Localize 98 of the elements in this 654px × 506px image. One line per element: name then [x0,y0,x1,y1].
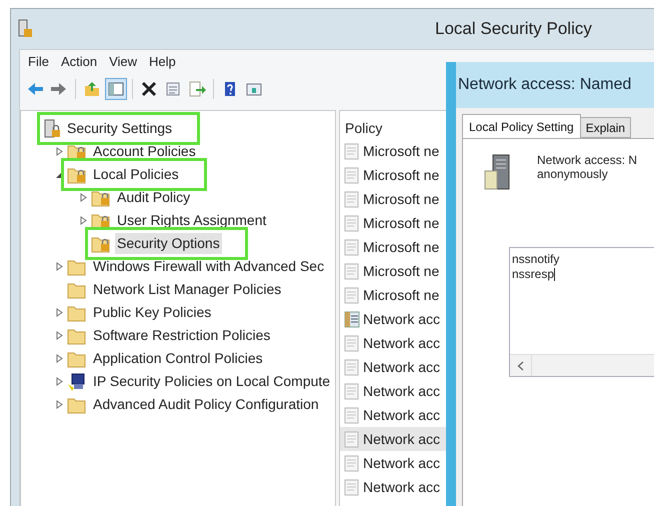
text-cursor [554,268,556,281]
column-header[interactable]: Policy [340,117,448,139]
dialog-title: Network access: Named [458,75,632,95]
expand-arrow-icon[interactable] [54,262,64,271]
menu-item[interactable]: Action [56,52,102,72]
policy-document-icon [344,262,360,280]
tree-item[interactable]: Network List Manager Policies [91,279,284,300]
policy-name: Microsoft ne [363,238,440,256]
policy-document-icon [344,382,360,400]
policy-row[interactable]: Network acc [340,451,448,475]
tree-item[interactable]: Local Policies [91,164,181,185]
tree-item[interactable]: Audit Policy [115,187,192,208]
policy-document-icon [344,142,360,160]
policy-name: Microsoft ne [363,142,440,160]
expand-arrow-icon[interactable] [54,308,64,317]
policy-document-icon [344,406,360,424]
tree-item[interactable]: Account Policies [91,141,198,162]
policy-row[interactable]: Microsoft ne [340,211,448,235]
policy-document-icon [344,214,360,232]
server-lock-icon [43,118,61,138]
tree-item[interactable]: Security Settings [65,118,174,139]
policy-name: Microsoft ne [363,166,440,184]
folder-lock-icon [91,212,111,230]
policy-name: Network acc [363,358,440,376]
policy-name: Network acc [363,478,440,496]
policy-document-icon [344,430,360,448]
policy-row[interactable]: Network acc [340,427,448,451]
policy-name: Network acc [363,430,440,448]
tree-item[interactable]: Windows Firewall with Advanced Sec [91,256,326,277]
policy-name: Microsoft ne [363,190,440,208]
menu-item[interactable]: View [105,52,142,72]
dialog-tab[interactable]: Explain [580,117,632,138]
expand-arrow-icon[interactable] [54,377,64,386]
computer-icon [67,372,87,392]
policy-name: Microsoft ne [363,286,440,304]
dialog-tab[interactable]: Local Policy Setting [462,114,581,138]
expand-arrow-icon[interactable] [78,193,88,202]
policy-row[interactable]: Network acc [340,379,448,403]
folder-lock-icon [91,234,111,252]
policy-row[interactable]: Microsoft ne [340,283,448,307]
policy-document-icon [344,286,360,304]
policy-name: Microsoft ne [363,262,440,280]
tree-item[interactable]: Application Control Policies [91,348,265,369]
policy-name: Network acc [363,310,440,328]
horizontal-scrollbar[interactable] [510,354,654,376]
folder-icon [67,304,87,322]
tree-item[interactable]: Software Restriction Policies [91,325,272,346]
setting-description: Network access: N [537,153,638,167]
policy-name: Microsoft ne [363,214,440,232]
policy-row[interactable]: Network acc [340,403,448,427]
policy-row[interactable]: Microsoft ne [340,235,448,259]
tree-item[interactable]: IP Security Policies on Local Compute [91,371,332,392]
folder-lock-icon [91,188,111,206]
folder-icon [67,280,87,298]
policy-row[interactable]: Microsoft ne [340,139,448,163]
value-text-area[interactable]: nssnotify nssresp [509,247,654,377]
policy-name: Network acc [363,334,440,352]
policy-list-icon [344,310,360,328]
tree-item[interactable]: Public Key Policies [91,302,214,323]
policy-row[interactable]: Network acc [340,475,448,499]
policy-document-icon [344,166,360,184]
folder-lock-icon [67,142,87,160]
expand-arrow-icon[interactable] [54,147,64,156]
console-tree-icon[interactable] [105,78,127,100]
value-line: nssnotify [512,252,560,267]
policy-document-icon [344,478,360,496]
folder-lock-icon [67,166,87,184]
policy-name: Network acc [363,406,440,424]
window-title: Local Security Policy [435,18,592,40]
policy-name: Network acc [363,454,440,472]
setting-description: anonymously [537,167,609,181]
policy-row[interactable]: Network acc [340,355,448,379]
menu-item[interactable]: Help [145,52,180,72]
policy-row[interactable]: Network acc [340,331,448,355]
policy-document-icon [344,358,360,376]
folder-icon [67,258,87,276]
folder-icon [67,350,87,368]
policy-row[interactable]: Network acc [340,307,448,331]
folder-icon [67,326,87,344]
policy-document-icon [344,454,360,472]
expand-arrow-icon[interactable] [54,354,64,363]
policy-document-icon [344,190,360,208]
policy-row[interactable]: Microsoft ne [340,163,448,187]
policy-document-icon [344,238,360,256]
folder-icon [67,396,87,414]
app-icon [17,19,33,39]
expand-arrow-icon[interactable] [54,400,64,409]
menu-item[interactable]: File [24,52,53,72]
policy-name: Network acc [363,382,440,400]
policy-row[interactable]: Microsoft ne [340,259,448,283]
tree-item[interactable]: Advanced Audit Policy Configuration [91,394,321,415]
tree-item[interactable]: User Rights Assignment [115,210,268,231]
policy-row[interactable]: Microsoft ne [340,187,448,211]
expand-arrow-icon[interactable] [78,216,88,225]
value-line: nssresp [512,267,554,282]
tree-item[interactable]: Security Options [115,233,222,254]
policy-document-icon [344,334,360,352]
expand-arrow-icon[interactable] [54,331,64,340]
